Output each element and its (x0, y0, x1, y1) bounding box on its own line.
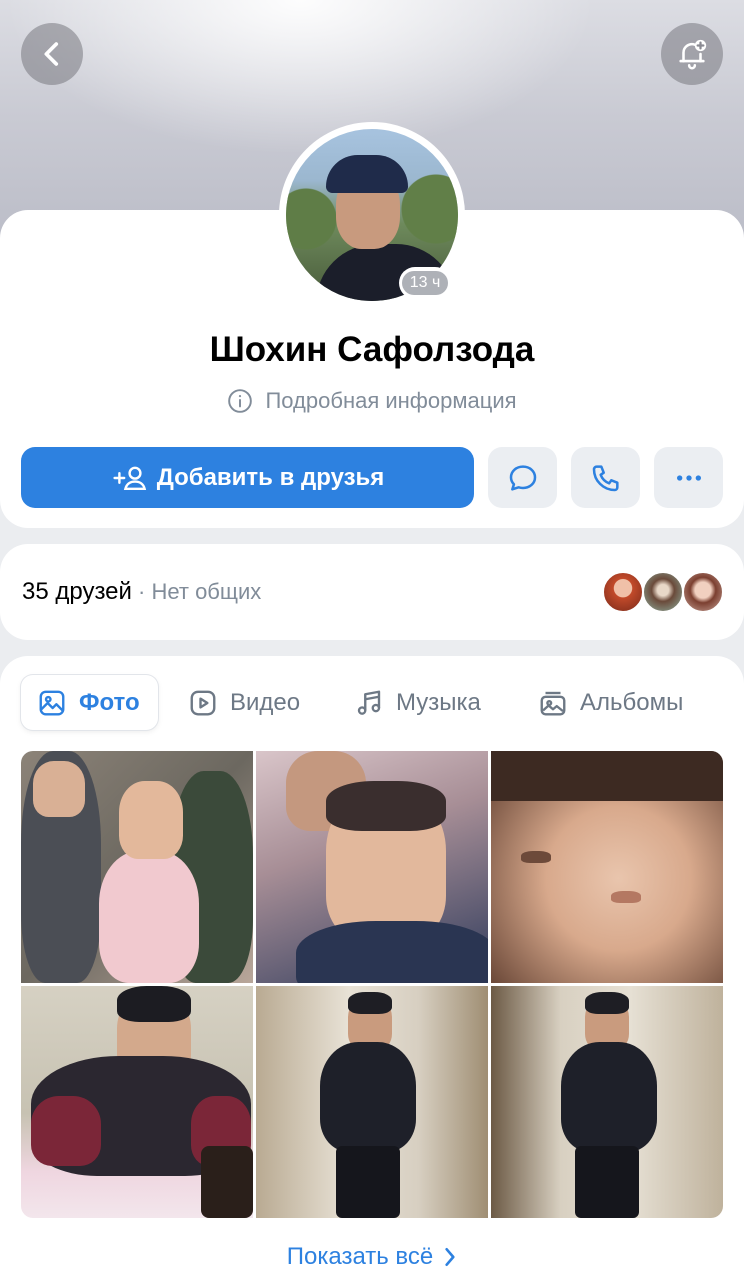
photo-thumbnail[interactable] (21, 986, 253, 1218)
albums-icon (540, 691, 566, 715)
friends-count[interactable]: 35 друзей · Нет общих (22, 578, 261, 606)
photo-thumbnail[interactable] (256, 751, 488, 983)
details-link-label: Подробная информация (265, 388, 517, 413)
info-circle-icon (228, 389, 253, 413)
notify-button[interactable] (661, 23, 723, 85)
more-horizontal-icon (676, 474, 701, 481)
photo-icon (39, 690, 65, 715)
friend-avatar (602, 571, 644, 613)
call-button[interactable] (571, 447, 640, 508)
tab-video-label: Видео (230, 688, 301, 716)
tab-video[interactable]: Видео (172, 675, 316, 730)
friend-avatar (642, 571, 684, 613)
video-icon (190, 690, 216, 715)
message-icon (509, 464, 536, 491)
tab-albums-label: Альбомы (580, 688, 684, 716)
friend-avatars[interactable] (602, 571, 724, 613)
photo-thumbnail[interactable] (491, 751, 723, 983)
last-seen-text: 13 ч (401, 271, 449, 295)
chevron-left-icon (44, 42, 59, 66)
last-seen-badge: 13 ч (399, 267, 451, 299)
tab-photo[interactable]: Фото (21, 675, 158, 730)
profile-name: Шохин Сафолзода (209, 330, 535, 369)
message-button[interactable] (488, 447, 557, 508)
back-button[interactable] (21, 23, 83, 85)
tab-music-label: Музыка (396, 688, 481, 716)
details-link[interactable]: Подробная информация (0, 388, 744, 414)
bell-plus-icon (679, 39, 707, 70)
add-friend-label: Добавить в друзья (156, 463, 385, 491)
more-button[interactable] (654, 447, 723, 508)
photo-thumbnail[interactable] (21, 751, 253, 983)
add-friend-button[interactable]: Добавить в друзья (21, 447, 474, 508)
chevron-right-icon (445, 1247, 455, 1267)
photo-thumbnail[interactable] (491, 986, 723, 1218)
show-all-link[interactable]: Показать всё (0, 1243, 744, 1271)
add-user-icon (113, 466, 146, 490)
friends-count-label: 35 друзей (22, 578, 132, 605)
mutual-friends-label: · Нет общих (131, 579, 262, 604)
music-icon (357, 690, 381, 715)
tab-albums[interactable]: Альбомы (522, 675, 699, 730)
photo-thumbnail[interactable] (256, 986, 488, 1218)
tab-music[interactable]: Музыка (338, 675, 497, 730)
tab-photo-label: Фото (79, 688, 140, 716)
show-all-label: Показать всё (286, 1243, 434, 1270)
phone-icon (592, 464, 619, 491)
friend-avatar (682, 571, 724, 613)
